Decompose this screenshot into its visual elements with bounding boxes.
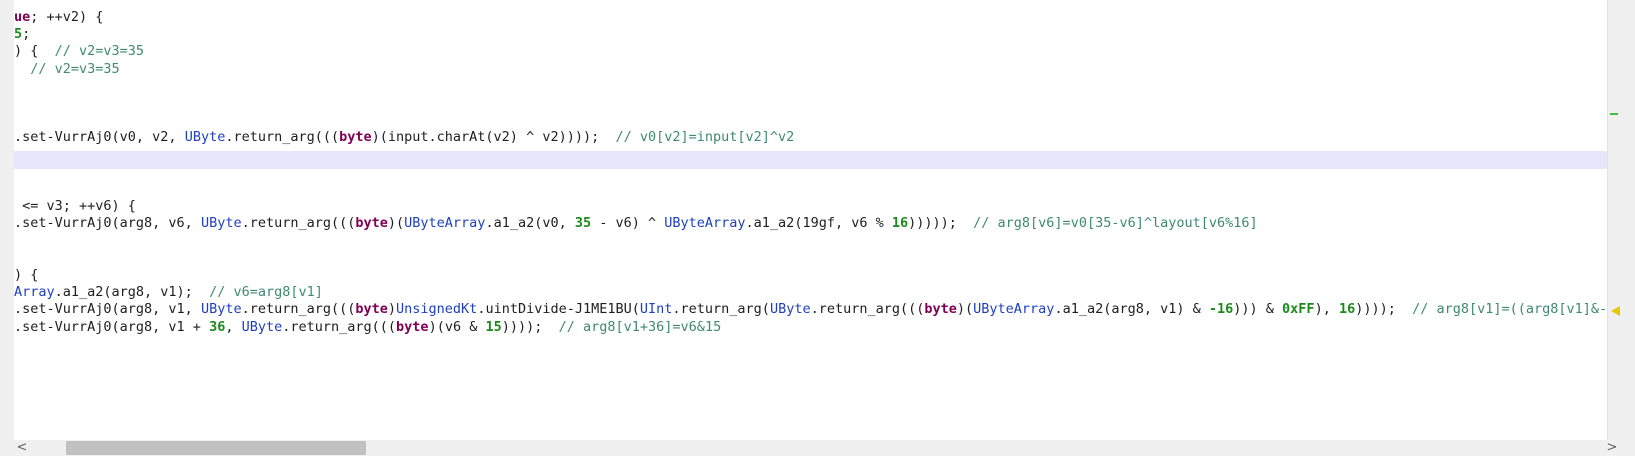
code-line[interactable]: <= v3; ++v6) { — [14, 197, 136, 215]
code-keyword: byte — [339, 129, 372, 146]
scroll-right-button[interactable]: > — [1604, 440, 1620, 456]
code-editor[interactable]: ue; ++v2) {5;) { // v2=v3=35 // v2=v3=35… — [14, 0, 1620, 440]
code-token: .return_arg((( — [241, 301, 356, 318]
code-number: 15 — [485, 318, 502, 335]
code-type: UByte — [184, 129, 226, 146]
code-number: 35 — [574, 215, 592, 232]
code-line[interactable]: .set-VurrAj0(arg8, v6, UByte.return_arg(… — [14, 214, 1258, 232]
code-token: .return_arg((( — [225, 129, 340, 146]
code-token: .return_arg((( — [810, 301, 925, 318]
code-keyword: byte — [355, 215, 388, 232]
code-token: .a1_a2(v0, — [485, 215, 575, 232]
code-token: - v6) ^ — [591, 215, 665, 232]
code-token: )( — [387, 215, 405, 232]
code-number: -16 — [1208, 301, 1234, 318]
code-token: ) — [387, 301, 397, 318]
code-token: .return_arg((( — [241, 215, 356, 232]
warning-marker-arrow — [1611, 306, 1620, 316]
code-number: 36 — [209, 318, 226, 335]
code-number: 16 — [891, 215, 909, 232]
code-token: , — [225, 318, 242, 335]
horizontal-scroll-thumb[interactable] — [66, 441, 366, 455]
code-line[interactable]: .set-VurrAj0(arg8, v1 + 36, UByte.return… — [14, 318, 721, 336]
code-token: .set-VurrAj0(v0, v2, — [14, 129, 185, 146]
code-keyword: byte — [355, 301, 388, 318]
change-marker — [1610, 113, 1618, 115]
code-comment: // arg8[v6]=v0[35-v6]^layout[v6%16] — [973, 215, 1258, 232]
code-type: UByte — [200, 301, 242, 318]
code-type: UnsignedKt — [396, 301, 478, 318]
code-token: ; — [22, 26, 31, 43]
code-token: .set-VurrAj0(arg8, v6, — [14, 215, 201, 232]
code-token: ; ++v2) { — [30, 9, 104, 25]
code-token: ))))); — [908, 215, 974, 232]
code-type: UByte — [769, 301, 811, 318]
code-line[interactable]: ) { // v2=v3=35 — [14, 42, 144, 60]
code-line[interactable]: .set-VurrAj0(arg8, v1, UByte.return_arg(… — [14, 300, 1620, 318]
code-comment: // v0[v2]=input[v2]^v2 — [615, 129, 795, 146]
code-comment: // v6=arg8[v1] — [209, 284, 323, 301]
code-line[interactable]: 5; — [14, 25, 30, 43]
code-token: )))); — [1355, 301, 1413, 318]
code-number: 16 — [1338, 301, 1356, 318]
code-type: UInt — [639, 301, 673, 318]
code-token: )(v6 & — [428, 318, 486, 335]
code-token: .set-VurrAj0(arg8, v1 + — [14, 318, 210, 335]
code-comment: // v2=v3=35 — [30, 60, 120, 77]
code-token: .a1_a2(arg8, v1); — [54, 284, 210, 301]
current-line-highlight — [14, 151, 1620, 169]
code-type: UByte — [200, 215, 242, 232]
code-line[interactable]: ue; ++v2) { — [14, 8, 103, 26]
code-type: UByteArray — [664, 215, 746, 232]
code-token: ) { — [14, 43, 55, 60]
code-token: .return_arg( — [672, 301, 770, 318]
code-comment: // arg8[v1]=((arg8[v1]&-16)&0 — [1412, 301, 1620, 318]
code-number: 0xFF — [1282, 301, 1315, 318]
code-type: UByteArray — [973, 301, 1055, 318]
code-token: .a1_a2(arg8, v1) & — [1054, 301, 1209, 318]
code-number: 5 — [14, 26, 23, 43]
code-line[interactable]: ) { — [14, 266, 38, 284]
code-token: ))) & — [1233, 301, 1283, 318]
code-type: Array — [14, 284, 55, 301]
code-token: .return_arg((( — [282, 318, 397, 335]
code-comment: // v2=v3=35 — [54, 43, 145, 60]
code-keyword: byte — [924, 301, 957, 318]
code-token: .a1_a2(19gf, v6 % — [745, 215, 892, 232]
code-keyword: ue — [14, 9, 31, 25]
code-token: .uintDivide-J1ME1BU( — [477, 301, 640, 318]
code-token: ) { — [14, 267, 39, 283]
code-token: )(input.charAt(v2) ^ v2)))); — [371, 129, 616, 146]
code-token: ), — [1314, 301, 1339, 318]
code-line[interactable]: .set-VurrAj0(v0, v2, UByte.return_arg(((… — [14, 128, 794, 146]
code-keyword: byte — [396, 318, 429, 335]
code-line[interactable]: Array.a1_a2(arg8, v1); // v6=arg8[v1] — [14, 283, 323, 301]
code-line[interactable]: // v2=v3=35 — [14, 60, 120, 78]
code-token: <= v3; ++v6) { — [14, 198, 136, 215]
code-type: UByte — [241, 318, 283, 335]
code-token: )( — [956, 301, 974, 318]
vertical-overview-ruler[interactable] — [1607, 0, 1620, 440]
code-token: .set-VurrAj0(arg8, v1, — [14, 301, 201, 318]
scroll-left-button[interactable]: < — [14, 440, 30, 456]
code-type: UByteArray — [404, 215, 486, 232]
horizontal-scrollbar[interactable]: < > — [14, 440, 1620, 456]
code-token: )))); — [501, 318, 559, 335]
code-comment: // arg8[v1+36]=v6&15 — [558, 318, 722, 335]
